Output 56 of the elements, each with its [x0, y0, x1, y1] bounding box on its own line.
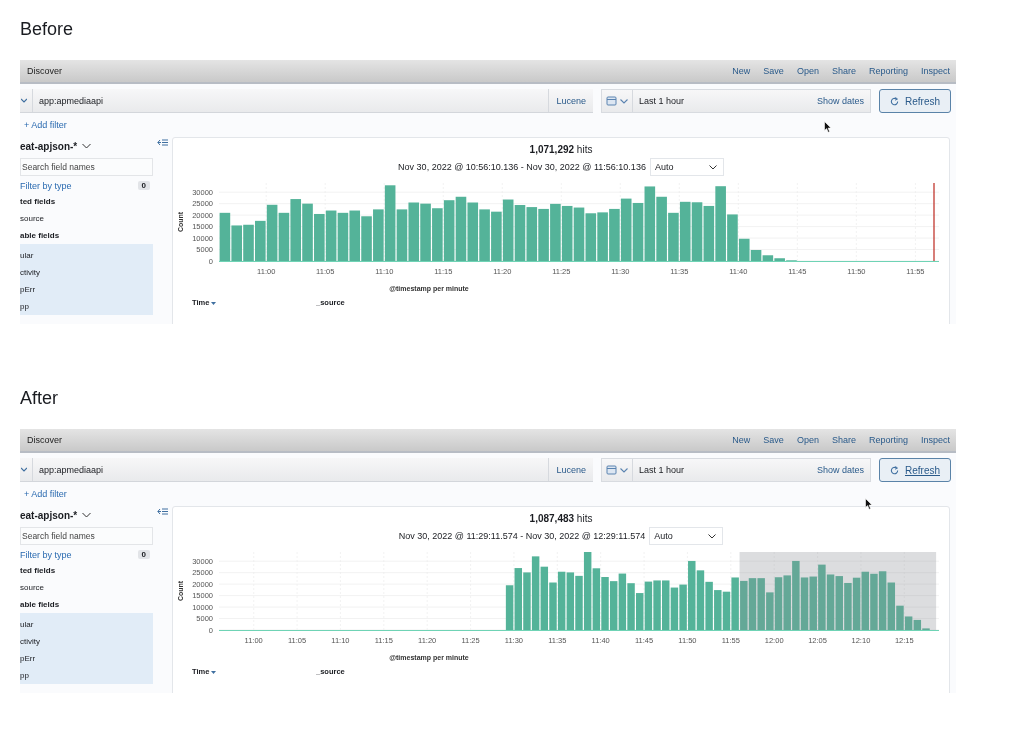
field-name[interactable]: ctivity: [20, 633, 40, 650]
nav-link[interactable]: Open: [796, 435, 819, 445]
time-range-label: Last 1 hour: [638, 465, 686, 475]
field-name[interactable]: pErr: [20, 650, 36, 667]
interval-select[interactable]: Auto: [649, 158, 724, 176]
hits-count: 1,087,483 hits: [529, 513, 593, 524]
section-title: able fields: [20, 230, 60, 242]
field-name[interactable]: pErr: [20, 281, 36, 298]
filter-by-type-link[interactable]: Filter by type: [20, 549, 72, 560]
nav-link[interactable]: New: [732, 435, 751, 445]
nav-link[interactable]: Share: [831, 66, 856, 76]
hits-count: 1,071,292 hits: [529, 144, 593, 155]
section-title: able fields: [20, 599, 60, 611]
interval-select[interactable]: Auto: [649, 527, 724, 545]
index-pattern-title[interactable]: eat-apjson-*: [20, 140, 78, 152]
app-title: Discover: [27, 66, 62, 76]
query-field[interactable]: app:apmediaapi: [32, 89, 549, 112]
app-title: Discover: [27, 435, 62, 445]
search-field[interactable]: Search field names: [20, 527, 153, 545]
field-name[interactable]: source: [20, 210, 44, 227]
field-name[interactable]: source: [20, 579, 44, 596]
search-field[interactable]: Search field names: [20, 158, 153, 176]
nav-link[interactable]: Open: [796, 66, 819, 76]
nav-link[interactable]: Reporting: [868, 66, 908, 76]
show-dates-link[interactable]: Show dates: [816, 96, 870, 106]
nav-link[interactable]: Inspect: [920, 435, 950, 445]
count-badge: 0: [137, 550, 150, 559]
field-name[interactable]: ular: [20, 616, 34, 633]
query-language-button[interactable]: Lucene: [548, 89, 593, 112]
section-title: ted fields: [20, 196, 56, 208]
nav-link[interactable]: New: [732, 66, 751, 76]
refresh-button[interactable]: Refresh: [879, 89, 951, 113]
nav-link[interactable]: Save: [763, 66, 784, 76]
index-pattern-title[interactable]: eat-apjson-*: [20, 509, 78, 521]
field-name[interactable]: pp: [20, 298, 29, 315]
add-filter-link[interactable]: + Add filter: [20, 120, 67, 130]
section-caption: After: [20, 387, 58, 409]
field-name[interactable]: ular: [20, 247, 34, 264]
section-caption: Before: [20, 18, 74, 40]
nav-link[interactable]: Inspect: [920, 66, 950, 76]
show-dates-link[interactable]: Show dates: [816, 465, 870, 475]
nav-link[interactable]: Reporting: [868, 435, 908, 445]
field-name[interactable]: ctivity: [20, 264, 40, 281]
query-language-button[interactable]: Lucene: [548, 458, 593, 481]
section-title: ted fields: [20, 565, 56, 577]
nav-link[interactable]: Save: [763, 435, 784, 445]
field-name[interactable]: pp: [20, 667, 29, 684]
filter-by-type-link[interactable]: Filter by type: [20, 180, 72, 191]
nav-link[interactable]: Share: [831, 435, 856, 445]
count-badge: 0: [137, 181, 150, 190]
add-filter-link[interactable]: + Add filter: [20, 489, 67, 499]
date-range-label: Nov 30, 2022 @ 10:56:10.136 - Nov 30, 2022 @ 11:56:10.136: [398, 162, 646, 172]
date-range-label: Nov 30, 2022 @ 11:29:11.574 - Nov 30, 2022 @ 12:29:11.574: [398, 531, 646, 541]
refresh-button[interactable]: Refresh: [879, 458, 951, 482]
time-range-label: Last 1 hour: [638, 96, 686, 106]
query-field[interactable]: app:apmediaapi: [32, 458, 549, 481]
